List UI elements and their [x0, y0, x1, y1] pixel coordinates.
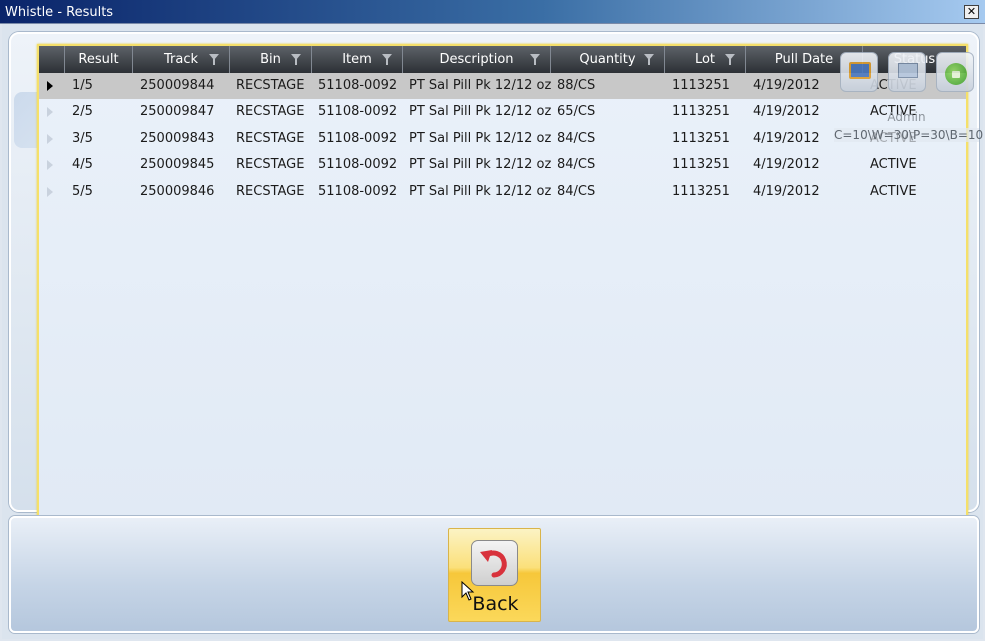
cell-status: ACTIVE: [870, 157, 917, 172]
cell-pull-date: 4/19/2012: [753, 157, 820, 172]
back-button[interactable]: Back: [448, 528, 541, 622]
cell-result: 5/5: [72, 184, 93, 199]
lock-button[interactable]: [936, 52, 974, 92]
cell-lot: 1113251: [672, 157, 730, 172]
cell-description: PT Sal Pill Pk 12/12 oz: [409, 78, 552, 93]
cell-result: 1/5: [72, 78, 93, 93]
results-grid: Result Track Bin Item Description Quanti…: [37, 44, 968, 518]
undo-arrow-icon: [471, 540, 518, 586]
column-header-item[interactable]: Item: [312, 46, 403, 73]
cell-track: 250009845: [140, 157, 215, 172]
table-row[interactable]: 3/5 250009843 RECSTAGE 51108-0092 PT Sal…: [39, 126, 966, 152]
row-arrow-icon: [47, 134, 53, 144]
cell-description: PT Sal Pill Pk 12/12 oz: [409, 157, 552, 172]
cell-status: ACTIVE: [870, 184, 917, 199]
column-header-lot[interactable]: Lot: [665, 46, 746, 73]
cell-item: 51108-0092: [318, 184, 398, 199]
cell-result: 4/5: [72, 157, 93, 172]
row-indicator: [39, 126, 65, 152]
cell-pull-date: 4/19/2012: [753, 104, 820, 119]
main-window: Result Track Bin Item Description Quanti…: [2, 24, 983, 639]
cell-result: 3/5: [72, 131, 93, 146]
cell-track: 250009844: [140, 78, 215, 93]
cell-bin: RECSTAGE: [236, 131, 305, 146]
filter-icon[interactable]: [725, 54, 735, 65]
filter-icon[interactable]: [209, 54, 219, 65]
cell-bin: RECSTAGE: [236, 184, 305, 199]
cell-lot: 1113251: [672, 104, 730, 119]
cell-quantity: 84/CS: [557, 131, 596, 146]
row-indicator: [39, 73, 65, 99]
user-name: Admin: [887, 110, 926, 124]
filter-icon[interactable]: [291, 54, 301, 65]
cell-bin: RECSTAGE: [236, 157, 305, 172]
column-header-description[interactable]: Description: [403, 46, 551, 73]
row-arrow-icon: [47, 107, 53, 117]
screen-button[interactable]: [888, 52, 926, 92]
row-indicator: [39, 99, 65, 125]
header-row-indicator: [39, 46, 65, 73]
monitor-icon: [849, 62, 871, 79]
column-header-result[interactable]: Result: [65, 46, 133, 73]
cell-description: PT Sal Pill Pk 12/12 oz: [409, 104, 552, 119]
grid-header: Result Track Bin Item Description Quanti…: [39, 46, 966, 73]
count-summary: C=10\W=30\P=30\B=10: [834, 128, 984, 142]
cell-item: 51108-0092: [318, 78, 398, 93]
close-button[interactable]: ✕: [964, 5, 979, 19]
column-header-bin[interactable]: Bin: [230, 46, 312, 73]
cell-lot: 1113251: [672, 131, 730, 146]
cell-result: 2/5: [72, 104, 93, 119]
cell-bin: RECSTAGE: [236, 78, 305, 93]
cell-quantity: 84/CS: [557, 157, 596, 172]
results-panel: Result Track Bin Item Description Quanti…: [9, 32, 984, 518]
lock-icon: [945, 63, 967, 85]
cell-quantity: 84/CS: [557, 184, 596, 199]
column-header-track[interactable]: Track: [133, 46, 230, 73]
cell-track: 250009843: [140, 131, 215, 146]
cell-lot: 1113251: [672, 78, 730, 93]
cell-item: 51108-0092: [318, 131, 398, 146]
row-arrow-icon: [47, 187, 53, 197]
screen-icon: [898, 63, 918, 78]
cell-description: PT Sal Pill Pk 12/12 oz: [409, 131, 552, 146]
cell-lot: 1113251: [672, 184, 730, 199]
table-row[interactable]: 1/5 250009844 RECSTAGE 51108-0092 PT Sal…: [39, 73, 966, 99]
cell-quantity: 88/CS: [557, 78, 596, 93]
window-title: Whistle - Results: [5, 5, 114, 20]
cell-pull-date: 4/19/2012: [753, 131, 820, 146]
cell-description: PT Sal Pill Pk 12/12 oz: [409, 184, 552, 199]
row-indicator: [39, 152, 65, 178]
action-panel: Back: [9, 516, 979, 633]
cell-track: 250009846: [140, 184, 215, 199]
filter-icon[interactable]: [530, 54, 540, 65]
column-header-quantity[interactable]: Quantity: [551, 46, 665, 73]
cell-pull-date: 4/19/2012: [753, 78, 820, 93]
cell-item: 51108-0092: [318, 157, 398, 172]
cell-bin: RECSTAGE: [236, 104, 305, 119]
cell-quantity: 65/CS: [557, 104, 596, 119]
title-bar: Whistle - Results ✕: [0, 0, 985, 24]
cell-pull-date: 4/19/2012: [753, 184, 820, 199]
mouse-cursor-icon: [461, 581, 475, 601]
filter-icon[interactable]: [382, 54, 392, 65]
table-row[interactable]: 2/5 250009847 RECSTAGE 51108-0092 PT Sal…: [39, 99, 966, 125]
monitor-button[interactable]: [840, 52, 878, 92]
filter-icon[interactable]: [644, 54, 654, 65]
current-row-arrow-icon: [47, 81, 53, 91]
table-row[interactable]: 4/5 250009845 RECSTAGE 51108-0092 PT Sal…: [39, 152, 966, 178]
cell-item: 51108-0092: [318, 104, 398, 119]
row-arrow-icon: [47, 160, 53, 170]
row-indicator: [39, 179, 65, 205]
status-overlay: Admin C=10\W=30\P=30\B=10: [834, 48, 984, 148]
table-row[interactable]: 5/5 250009846 RECSTAGE 51108-0092 PT Sal…: [39, 179, 966, 205]
cell-track: 250009847: [140, 104, 215, 119]
